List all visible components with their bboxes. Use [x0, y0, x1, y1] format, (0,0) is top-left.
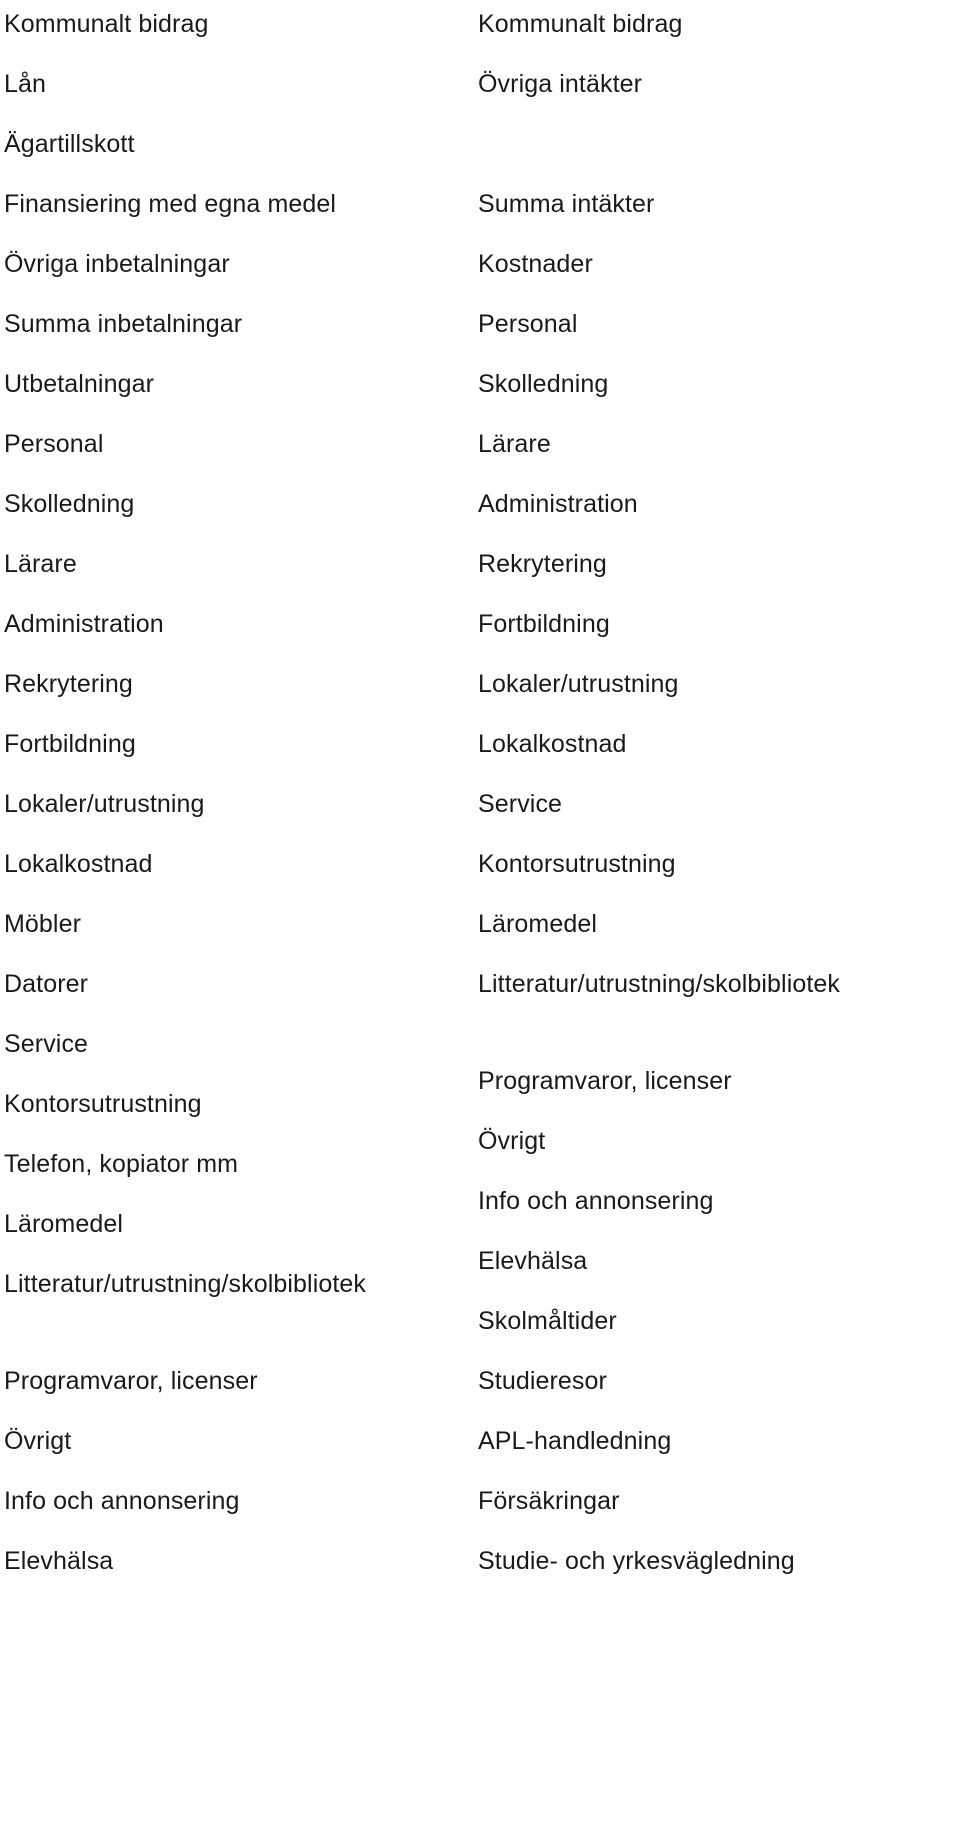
kassaflode-list-item: Kommunalt bidrag [4, 10, 209, 38]
kassaflode-list-item: Elevhälsa [4, 1547, 114, 1575]
resultatrakning-list-item: Studie- och yrkesvägledning [478, 1547, 795, 1575]
kassaflode-list-item: Övrigt [4, 1427, 72, 1455]
resultatrakning-list-item: Administration [478, 490, 638, 518]
resultatrakning-list-item: Programvaror, licenser [478, 1067, 732, 1095]
kassaflode-list-item: Skolledning [4, 490, 135, 518]
kassaflode-list-item: Lokalkostnad [4, 850, 153, 878]
kassaflode-list-item: Administration [4, 610, 164, 638]
kassaflode-list-item: Rekrytering [4, 670, 133, 698]
resultatrakning-list-item: Service [478, 790, 563, 818]
resultatrakning-list-item: APL-handledning [478, 1427, 672, 1455]
resultatrakning-list-item: Personal [478, 310, 578, 338]
kassaflode-list-item: Möbler [4, 910, 82, 938]
kassaflode-list-item: Övriga inbetalningar [4, 250, 230, 278]
resultatrakning-list-item: Lokalkostnad [478, 730, 627, 758]
kassaflode-list-item: Telefon, kopiator mm [4, 1150, 239, 1178]
resultatrakning-list-item: Lärare [478, 430, 551, 458]
kassaflode-list-item: Datorer [4, 970, 89, 998]
kassaflode-list-item: Ägartillskott [4, 130, 135, 158]
resultatrakning-list-item: Fortbildning [478, 610, 610, 638]
kassaflode-list-item: Utbetalningar [4, 370, 155, 398]
resultatrakning-list-item: Kostnader [478, 250, 593, 278]
resultatrakning-list-item: Kommunalt bidrag [478, 10, 683, 38]
resultatrakning-list-item: Skolledning [478, 370, 609, 398]
document-page: Kommunalt bidrag Lån Ägartillskott Finansie… [0, 0, 960, 1840]
resultatrakning-list-item: Övriga intäkter [478, 70, 643, 98]
kassaflode-list-item: Info och annonsering [4, 1487, 240, 1515]
kassaflode-list-item: Lokaler/utrustning [4, 790, 205, 818]
kassaflode-list-item: Personal [4, 430, 104, 458]
kassaflode-list-item: Kontorsutrustning [4, 1090, 202, 1118]
resultatrakning-list-item: Elevhälsa [478, 1247, 588, 1275]
resultatrakning-list-item: Läromedel [478, 910, 598, 938]
kassaflode-list-item: Lån [4, 70, 47, 98]
resultatrakning-list-item: Studieresor [478, 1367, 607, 1395]
resultatrakning-list-item: Info och annonsering [478, 1187, 714, 1215]
resultatrakning-list-item: Rekrytering [478, 550, 607, 578]
kassaflode-list-item: Service [4, 1030, 89, 1058]
kassaflode-list-item: Fortbildning [4, 730, 136, 758]
kassaflode-list-item: Lärare [4, 550, 77, 578]
resultatrakning-list-item: Försäkringar [478, 1487, 620, 1515]
kassaflode-list-item: Summa inbetalningar [4, 310, 243, 338]
resultatrakning-list-item: Skolmåltider [478, 1307, 617, 1335]
kassaflode-list-item: Litteratur/utrustning/skolbibliotek [4, 1270, 367, 1298]
resultatrakning-list-item: Summa intäkter [478, 190, 655, 218]
kassaflode-list-item: Programvaror, licenser [4, 1367, 258, 1395]
resultatrakning-list-item: Litteratur/utrustning/skolbibliotek [478, 970, 841, 998]
resultatrakning-list-item: Övrigt [478, 1127, 546, 1155]
resultatrakning-list-item: Kontorsutrustning [478, 850, 676, 878]
kassaflode-list-item: Finansiering med egna medel [4, 190, 337, 218]
kassaflode-list-item: Läromedel [4, 1210, 124, 1238]
resultatrakning-list-item: Lokaler/utrustning [478, 670, 679, 698]
